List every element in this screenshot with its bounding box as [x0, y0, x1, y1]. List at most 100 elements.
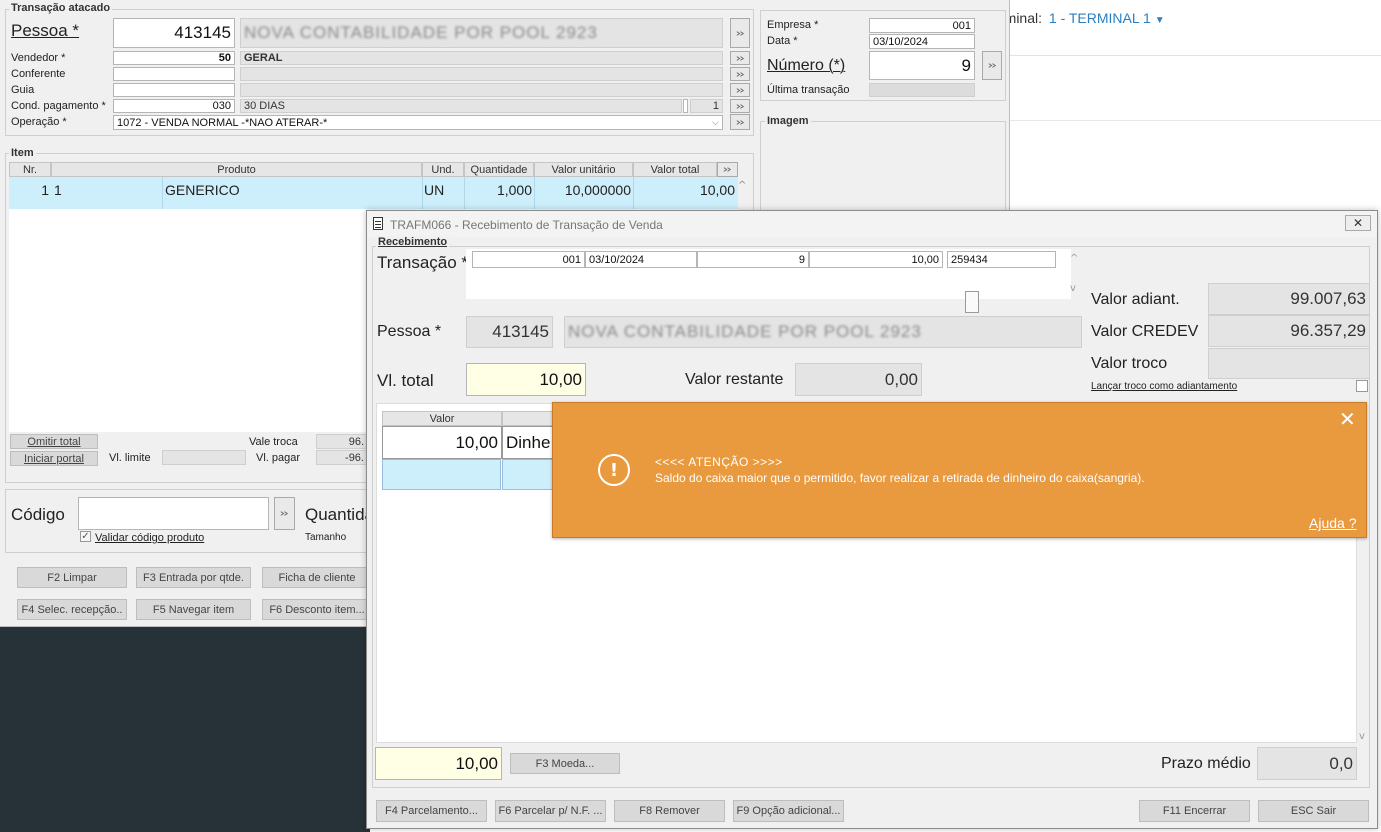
pessoa-search-button[interactable]: [730, 18, 750, 48]
col-header-valor-unitario[interactable]: Valor unitário: [534, 162, 633, 177]
vl-total-label: Vl. total: [377, 371, 434, 390]
operacao-search-button[interactable]: [730, 114, 750, 130]
close-button[interactable]: ✕: [1345, 215, 1371, 231]
scroll-down-icon[interactable]: v: [1070, 283, 1076, 294]
numero-input[interactable]: 9: [869, 51, 975, 80]
alert-message: Saldo do caixa maior que o permitido, fa…: [655, 471, 1145, 485]
alert-close-icon[interactable]: ✕: [1339, 407, 1356, 431]
alert-help-link[interactable]: Ajuda ?: [1309, 515, 1356, 531]
operacao-value: 1072 - VENDA NORMAL -*NAO ATERAR-*: [117, 116, 328, 129]
total-bottom-field: 10,00: [375, 747, 502, 780]
trans-valor-cell[interactable]: 10,00: [809, 251, 943, 268]
header-divider: [1010, 55, 1381, 56]
f9-opcao-adicional-button[interactable]: F9 Opção adicional...: [733, 800, 844, 822]
search-arrows-icon: [988, 63, 996, 68]
empresa-input[interactable]: 001: [869, 18, 975, 33]
f3-moeda-button[interactable]: F3 Moeda...: [510, 753, 620, 774]
pay-col-header-valor[interactable]: Valor: [382, 411, 502, 426]
attention-alert: ✕ ! <<<< ATENÇÃO >>>> Saldo do caixa mai…: [552, 402, 1367, 538]
col-header-produto[interactable]: Produto: [51, 162, 422, 177]
trans-id-cell[interactable]: 259434: [947, 251, 1056, 268]
vale-troca-field: 96.: [316, 434, 368, 449]
conferente-label: Conferente: [11, 68, 66, 80]
caret-down-icon[interactable]: ▼: [1155, 15, 1165, 26]
pessoa-code-field: 413145: [466, 316, 553, 348]
f4-selec-recepcao-button[interactable]: F4 Selec. recepção..: [17, 599, 127, 620]
table-row[interactable]: [382, 459, 501, 490]
chevron-down-icon[interactable]: ⌵: [712, 117, 719, 128]
f5-navegar-item-button[interactable]: F5 Navegar item: [136, 599, 251, 620]
atacado-group-title: Transação atacado: [9, 2, 113, 14]
numero-label: Número (*): [767, 57, 846, 74]
guia-label: Guia: [11, 84, 35, 96]
trans-numero-cell[interactable]: 9: [697, 251, 809, 268]
valor-troco-label: Valor troco: [1091, 355, 1168, 372]
codigo-search-button[interactable]: [274, 497, 295, 530]
omitir-total-button[interactable]: Omitir total: [10, 434, 98, 449]
cond-pagamento-name-field: 30 DIAS: [240, 99, 682, 113]
scroll-up-icon[interactable]: ^: [738, 180, 750, 192]
vendedor-name-field: GERAL: [240, 51, 723, 65]
scroll-up-icon[interactable]: ^: [1070, 253, 1078, 264]
col-header-und[interactable]: Und.: [422, 162, 464, 177]
guia-search-button[interactable]: [730, 83, 750, 97]
trans-data-cell[interactable]: 03/10/2024: [585, 251, 697, 268]
transacao-label: Transação *: [377, 253, 469, 272]
trans-empresa-cell[interactable]: 001: [472, 251, 585, 268]
cond-pagamento-code-input[interactable]: 030: [113, 99, 235, 113]
f6-desconto-item-button[interactable]: F6 Desconto item...: [262, 599, 372, 620]
search-arrows-icon: [736, 55, 744, 61]
cell-nr: 1: [41, 182, 49, 198]
recebimento-group-title: Recebimento: [376, 236, 450, 248]
cell-divider: [162, 177, 163, 209]
col-header-nr[interactable]: Nr.: [9, 162, 51, 177]
conferente-name-field: [240, 67, 723, 81]
col-header-quantidade[interactable]: Quantidade: [464, 162, 534, 177]
lancar-troco-label: Lançar troco como adiantamento: [1091, 381, 1238, 392]
pay-row-valor-cell[interactable]: 10,00: [382, 426, 502, 459]
vendedor-search-button[interactable]: [730, 51, 750, 65]
search-arrows-icon: [736, 71, 744, 77]
pessoa-code-input[interactable]: 413145: [113, 18, 235, 48]
splitter-handle[interactable]: [965, 291, 979, 313]
esc-sair-button[interactable]: ESC Sair: [1258, 800, 1369, 822]
f2-limpar-button[interactable]: F2 Limpar: [17, 567, 127, 588]
data-input[interactable]: 03/10/2024: [869, 34, 975, 49]
lancar-troco-checkbox[interactable]: [1356, 380, 1368, 392]
cond-pagamento-search-button[interactable]: [730, 99, 750, 113]
header-divider-2: [1010, 120, 1381, 121]
cell-und: UN: [424, 182, 445, 198]
valor-troco-field: [1208, 348, 1370, 379]
terminal-selector[interactable]: 1 - TERMINAL 1: [1049, 10, 1151, 26]
iniciar-portal-button[interactable]: Iniciar portal: [10, 451, 98, 466]
ficha-cliente-button[interactable]: Ficha de cliente: [262, 567, 372, 588]
conferente-input[interactable]: [113, 67, 235, 81]
grid-options-button[interactable]: [717, 162, 738, 177]
alert-heading: <<<< ATENÇÃO >>>>: [655, 455, 783, 469]
search-arrows-icon: [736, 103, 744, 109]
validar-checkbox[interactable]: ✓: [80, 531, 91, 542]
vl-limite-label: Vl. limite: [109, 452, 151, 464]
f6-parcelar-nf-button[interactable]: F6 Parcelar p/ N.F. ...: [495, 800, 606, 822]
prazo-medio-label: Prazo médio: [1161, 755, 1251, 772]
operacao-select[interactable]: 1072 - VENDA NORMAL -*NAO ATERAR-* ⌵: [113, 115, 723, 130]
f8-remover-button[interactable]: F8 Remover: [614, 800, 725, 822]
pessoa-name-field: NOVA CONTABILIDADE POR POOL 2923: [240, 18, 723, 48]
vl-total-input[interactable]: 10,00: [466, 363, 586, 396]
f3-entrada-qtde-button[interactable]: F3 Entrada por qtde.: [136, 567, 251, 588]
cond-pagamento-spinner[interactable]: [683, 99, 688, 113]
cell-valor-unitario: 10,000000: [564, 182, 631, 198]
vendedor-code-input[interactable]: 50: [113, 51, 235, 65]
f11-encerrar-button[interactable]: F11 Encerrar: [1139, 800, 1250, 822]
conferente-search-button[interactable]: [730, 67, 750, 81]
guia-input[interactable]: [113, 83, 235, 97]
cell-valor-total: 10,00: [699, 182, 735, 198]
codigo-input[interactable]: [78, 497, 269, 530]
search-arrows-icon: [736, 87, 744, 93]
imagem-group: [760, 121, 1006, 221]
col-header-valor-total[interactable]: Valor total: [633, 162, 717, 177]
numero-search-button[interactable]: [982, 51, 1002, 80]
f4-parcelamento-button[interactable]: F4 Parcelamento...: [376, 800, 487, 822]
quantidade-label: Quantida: [305, 505, 374, 524]
scroll-down-icon[interactable]: v: [1359, 731, 1365, 742]
